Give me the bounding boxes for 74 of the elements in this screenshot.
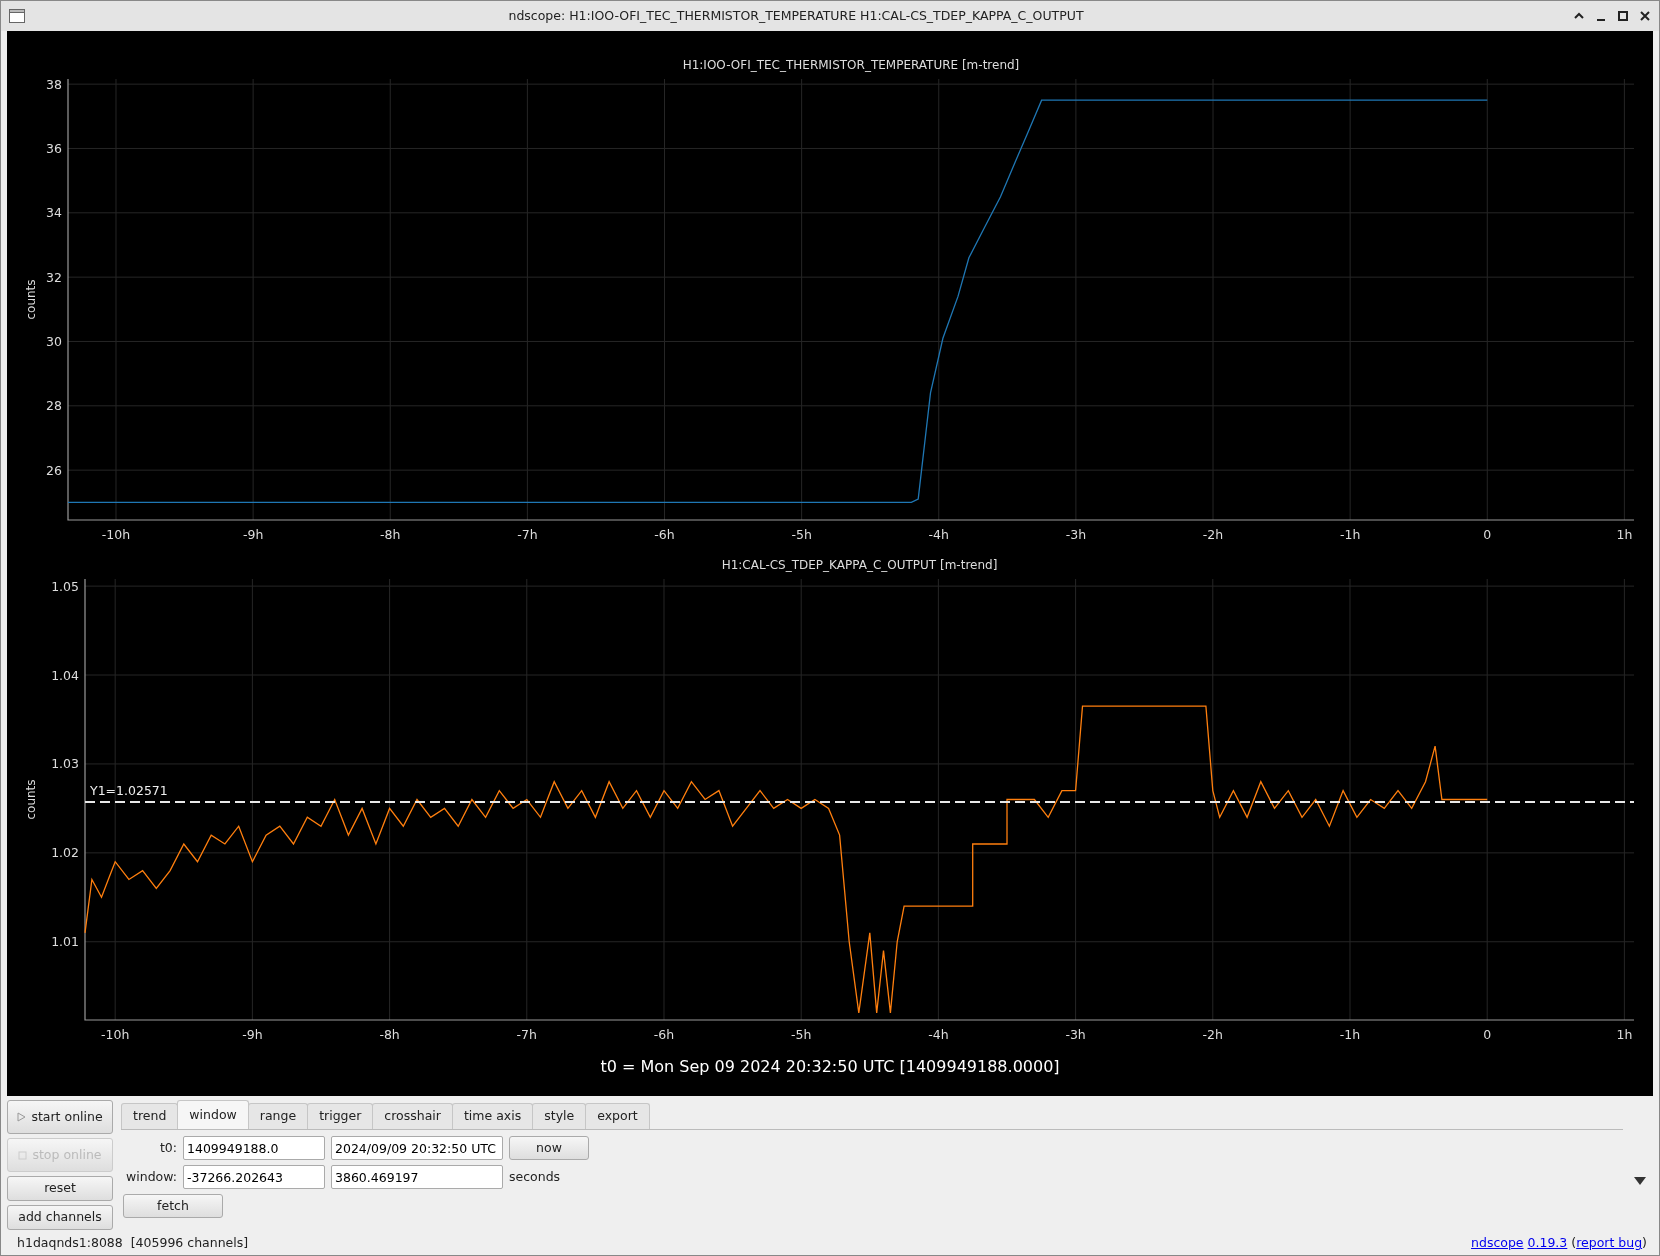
tick-label: -4h <box>928 1027 949 1042</box>
tick-label: 26 <box>46 462 62 478</box>
control-button[interactable]: reset <box>7 1176 113 1201</box>
tick-label: -2h <box>1202 1027 1223 1042</box>
cursor-line[interactable] <box>84 801 1635 804</box>
tick-label: -10h <box>101 1027 130 1042</box>
tab[interactable]: window <box>177 1100 249 1129</box>
server-status: h1daqnds1:8088 [405996 channels] <box>17 1234 249 1253</box>
field-label: window: <box>125 1167 177 1186</box>
tick-label: -3h <box>1065 527 1087 542</box>
tick-label: -3h <box>1065 1027 1086 1042</box>
tick-label: -2h <box>1202 527 1224 542</box>
stop-icon <box>18 1150 28 1160</box>
utc-time-field[interactable]: 2024/09/09 20:32:50 UTC <box>331 1136 503 1161</box>
tick-label: -7h <box>516 1027 537 1042</box>
tick-label: 0 <box>1483 527 1492 542</box>
plot-title: H1:IOO-OFI_TEC_THERMISTOR_TEMPERATURE [m-trend] <box>682 58 1020 72</box>
tick-label: 30 <box>46 334 62 349</box>
field-label: t0: <box>158 1138 177 1157</box>
tick-label: -10h <box>101 527 131 542</box>
tick-label: -6h <box>653 1027 675 1042</box>
tick-label: -8h <box>380 527 401 542</box>
link[interactable]: 0.19.3 <box>1527 1235 1568 1251</box>
tick-label: -1h <box>1339 1027 1361 1042</box>
tick-label: 1.02 <box>51 845 79 861</box>
tick-label: -4h <box>928 527 949 542</box>
tab[interactable]: trigger <box>307 1103 374 1129</box>
tick-label: -8h <box>379 1027 400 1042</box>
play-icon <box>17 1112 27 1123</box>
tick-label: -1h <box>1339 527 1361 542</box>
tick-label: 1h <box>1616 527 1633 542</box>
tick-label: 0 <box>1483 1027 1492 1042</box>
tick-label: 1h <box>1616 1027 1633 1042</box>
gps-time-field[interactable]: 1409949188.0 <box>183 1136 325 1161</box>
tick-label: 28 <box>46 398 62 414</box>
link[interactable]: report bug <box>1576 1235 1643 1251</box>
maximize-icon[interactable] <box>1615 8 1631 24</box>
tab[interactable]: range <box>247 1103 309 1129</box>
dropdown-triangle-icon[interactable] <box>1633 1176 1647 1187</box>
link[interactable]: ndscope <box>1471 1235 1524 1251</box>
cursor-label: Y1=1.02571 <box>90 783 168 799</box>
tick-label: 38 <box>46 76 62 92</box>
t0-text: t0 = Mon Sep 09 2024 20:32:50 UTC [1409949188.0000] <box>599 1056 1061 1078</box>
tick-label: -6h <box>654 527 675 542</box>
now-button[interactable]: now <box>509 1136 589 1161</box>
tick-label: 32 <box>46 269 62 285</box>
tab[interactable]: crosshair <box>372 1103 453 1129</box>
app-icon <box>7 8 27 24</box>
tick-label: 34 <box>46 205 62 221</box>
tick-label: -9h <box>242 527 264 542</box>
tick-label: -5h <box>791 527 812 542</box>
tick-label: 36 <box>46 141 62 156</box>
control-button[interactable]: start online <box>7 1100 113 1134</box>
window-title: ndscope: H1:IOO-OFI_TEC_THERMISTOR_TEMPERATURE H1:CAL-CS_TDEP_KAPPA_C_OUTPUT <box>507 6 1085 25</box>
window-start-field[interactable]: -37266.202643 <box>183 1165 325 1190</box>
axis-title: counts <box>24 779 38 820</box>
tab[interactable]: time axis <box>451 1103 534 1129</box>
control-button[interactable]: add channels <box>7 1205 113 1230</box>
tab[interactable]: style <box>532 1103 587 1129</box>
tick-label: -9h <box>242 1027 263 1042</box>
tab[interactable]: export <box>585 1103 650 1129</box>
tick-label: 1.03 <box>51 756 79 772</box>
window-end-field[interactable]: 3860.469197 <box>331 1165 503 1190</box>
tick-label: -5h <box>791 1027 812 1042</box>
fetch-button[interactable]: fetch <box>123 1194 223 1219</box>
tick-label: 1.01 <box>51 934 79 950</box>
axis-title: counts <box>24 279 38 320</box>
tick-label: -7h <box>517 527 538 542</box>
plot-title: H1:CAL-CS_TDEP_KAPPA_C_OUTPUT [m-trend] <box>721 558 998 572</box>
tick-label: 1.04 <box>51 667 79 683</box>
tick-label: 1.05 <box>51 578 79 594</box>
tab[interactable]: trend <box>121 1103 179 1129</box>
unit-label: seconds <box>509 1167 561 1186</box>
version-info: ndscope 0.19.3 (report bug) <box>1471 1234 1647 1253</box>
